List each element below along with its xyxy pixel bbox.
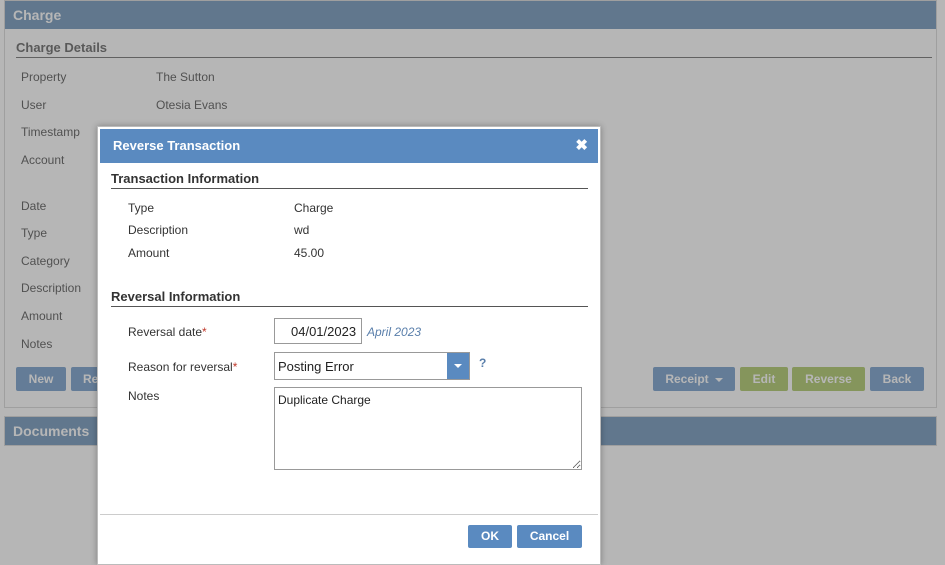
required-marker: * [202, 325, 207, 339]
reason-select-value: Posting Error [278, 359, 354, 374]
reversal-date-label: Reversal date* [128, 325, 207, 339]
reason-select[interactable]: Posting Error [274, 352, 470, 380]
reverse-transaction-dialog: Reverse Transaction ✖ Transaction Inform… [97, 126, 601, 565]
reversal-date-input[interactable] [274, 318, 362, 344]
help-icon[interactable]: ? [479, 356, 486, 370]
txn-label-type: Type [128, 201, 155, 215]
reversal-info-title: Reversal Information [111, 289, 588, 307]
required-marker: * [232, 360, 238, 374]
txn-value-description: wd [294, 223, 310, 237]
transaction-info-title: Transaction Information [111, 171, 588, 189]
dialog-title: Reverse Transaction [113, 138, 241, 153]
txn-label-description: Description [128, 223, 189, 237]
chevron-down-icon [454, 364, 462, 368]
reason-dropdown-button[interactable] [447, 353, 469, 379]
txn-value-type: Charge [294, 201, 334, 215]
reversal-date-hint: April 2023 [367, 325, 422, 339]
dialog-footer-divider [100, 514, 598, 515]
cancel-button[interactable]: Cancel [517, 525, 582, 548]
reason-label-text: Reason for reversal [128, 360, 233, 374]
txn-value-amount: 45.00 [294, 246, 325, 260]
reason-label: Reason for reversal* [128, 360, 237, 374]
txn-label-amount: Amount [128, 246, 170, 260]
dialog-header: Reverse Transaction ✖ [100, 129, 598, 163]
reversal-date-label-text: Reversal date [128, 325, 203, 339]
notes-textarea[interactable]: Duplicate Charge [274, 387, 582, 470]
close-icon[interactable]: ✖ [575, 129, 588, 163]
notes-label: Notes [128, 389, 160, 403]
ok-button[interactable]: OK [468, 525, 512, 548]
